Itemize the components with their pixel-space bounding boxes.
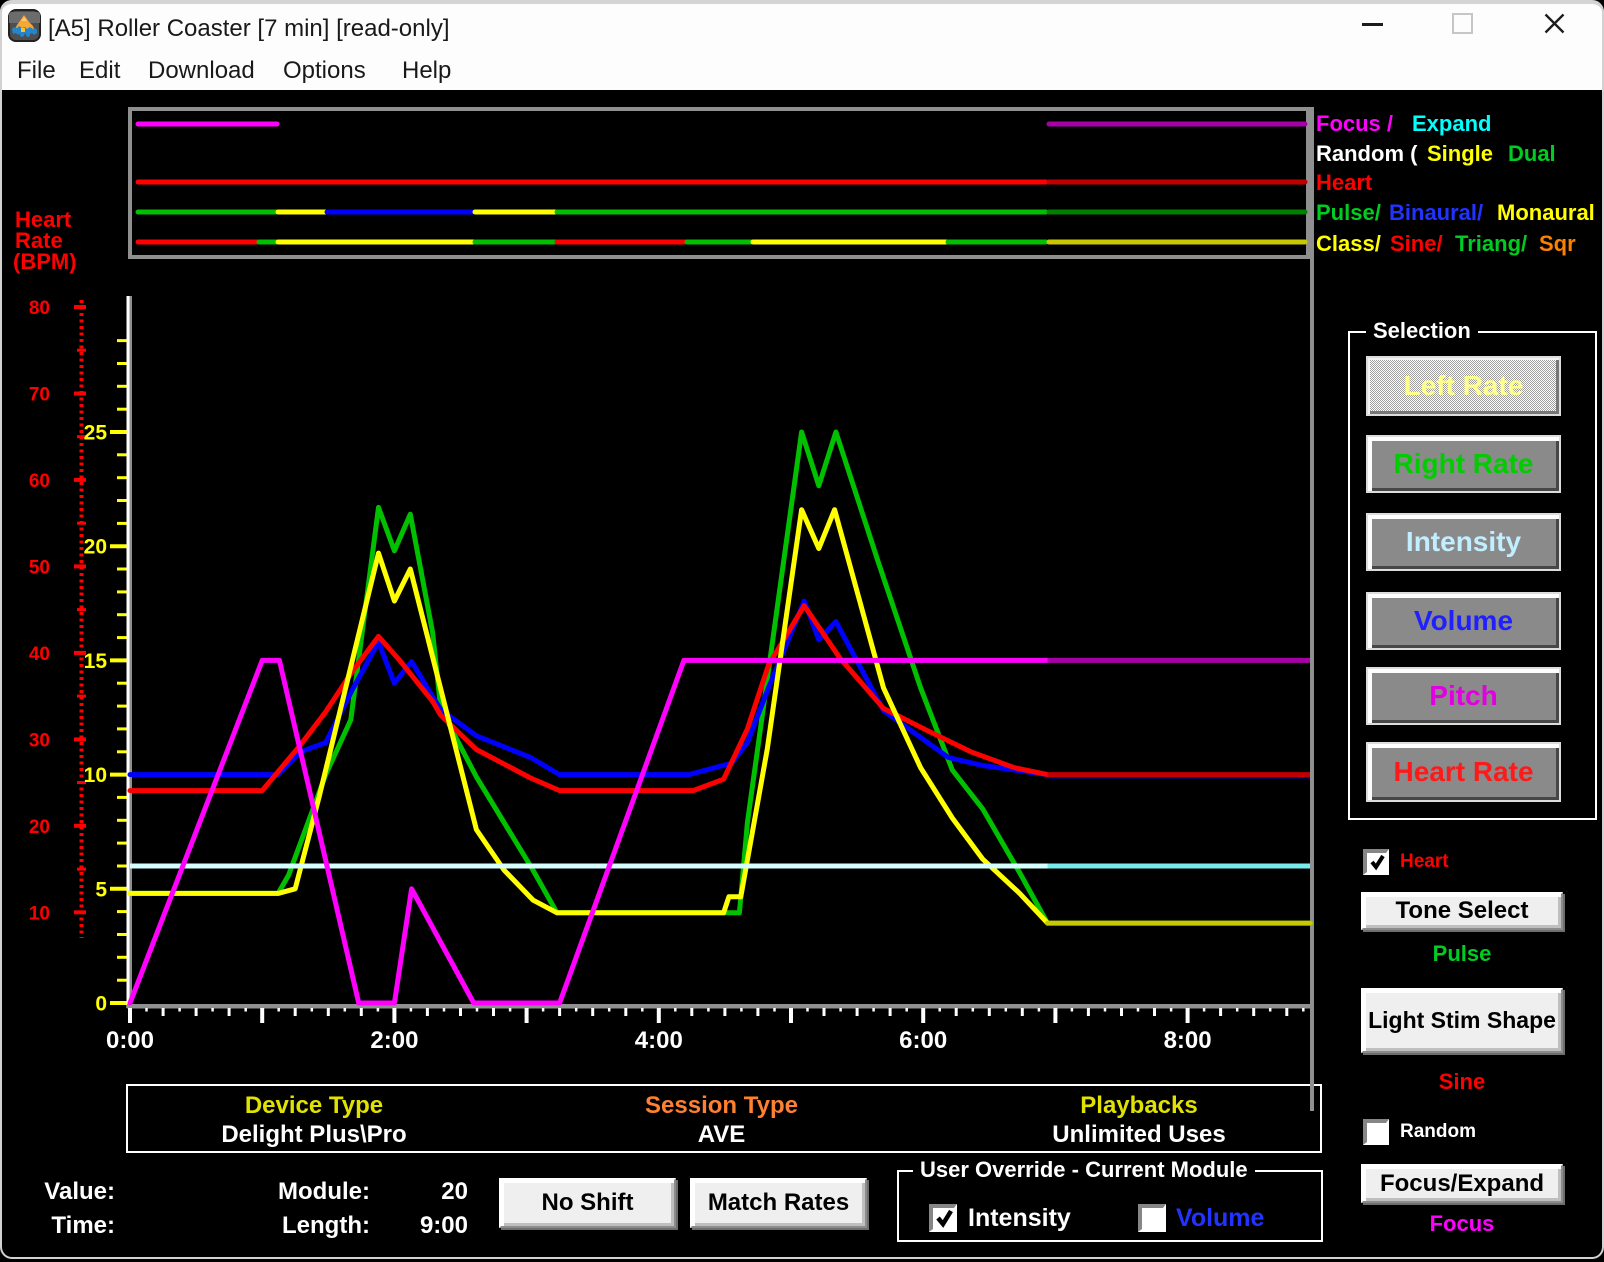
- svg-text:Single: Single: [1427, 141, 1493, 166]
- svg-text:2:00: 2:00: [370, 1027, 418, 1054]
- svg-text:Dual: Dual: [1508, 141, 1556, 166]
- svg-text:Expand: Expand: [1412, 111, 1491, 136]
- svg-text:Monaural: Monaural: [1497, 200, 1595, 225]
- svg-text:Triang/: Triang/: [1455, 231, 1527, 256]
- svg-text:30: 30: [29, 730, 50, 751]
- svg-text:0:00: 0:00: [106, 1027, 154, 1054]
- svg-text:Pulse/: Pulse/: [1316, 200, 1381, 225]
- svg-text:6:00: 6:00: [899, 1027, 947, 1054]
- svg-text:70: 70: [29, 385, 50, 406]
- svg-text:0: 0: [95, 993, 107, 1016]
- svg-text:Binaural/: Binaural/: [1389, 200, 1483, 225]
- svg-text:20: 20: [29, 817, 50, 838]
- svg-text:8:00: 8:00: [1164, 1027, 1212, 1054]
- svg-text:Heart: Heart: [1316, 170, 1373, 195]
- svg-text:Class/: Class/: [1316, 231, 1381, 256]
- svg-text:10: 10: [84, 764, 107, 787]
- svg-text:15: 15: [84, 650, 108, 673]
- svg-text:80: 80: [29, 298, 50, 319]
- svg-text:10: 10: [29, 903, 50, 924]
- svg-text:4:00: 4:00: [635, 1027, 683, 1054]
- svg-text:60: 60: [29, 471, 50, 492]
- svg-text:40: 40: [29, 644, 50, 665]
- svg-text:50: 50: [29, 557, 50, 578]
- svg-text:25: 25: [84, 422, 108, 445]
- svg-text:Random (: Random (: [1316, 141, 1418, 166]
- svg-text:Sine/: Sine/: [1390, 231, 1443, 256]
- svg-text:Sqr: Sqr: [1539, 231, 1576, 256]
- svg-text:Focus /: Focus /: [1316, 111, 1393, 136]
- svg-text:(BPM): (BPM): [13, 249, 77, 274]
- svg-text:20: 20: [84, 536, 107, 559]
- svg-text:5: 5: [95, 878, 107, 901]
